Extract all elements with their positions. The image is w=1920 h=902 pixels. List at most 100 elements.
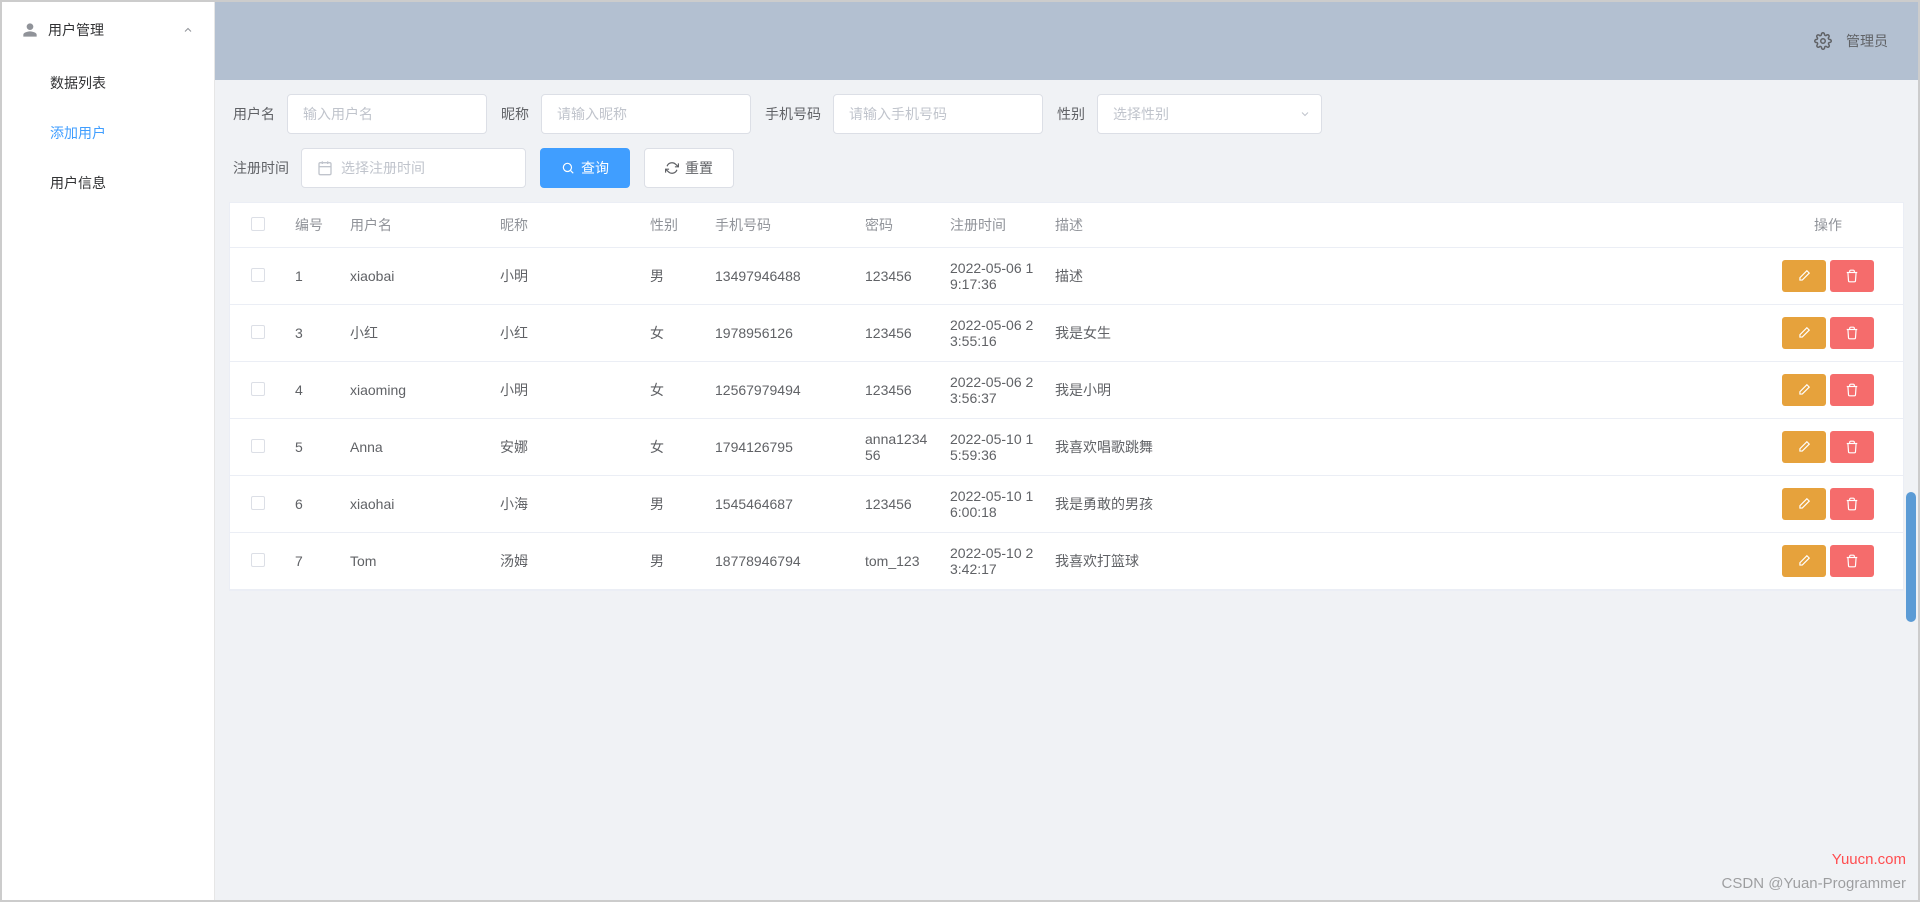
cell-nickname: 小红 [490, 305, 640, 362]
th-gender: 性别 [640, 203, 705, 248]
refresh-icon [665, 161, 679, 175]
th-username: 用户名 [340, 203, 490, 248]
th-nickname: 昵称 [490, 203, 640, 248]
cell-gender: 男 [640, 476, 705, 533]
cell-id: 1 [285, 248, 340, 305]
th-desc: 描述 [1045, 203, 1753, 248]
cell-regtime: 2022-05-06 23:56:37 [940, 362, 1045, 419]
edit-icon [1797, 326, 1811, 340]
table-row: 1xiaobai小明男134979464881234562022-05-06 1… [230, 248, 1903, 305]
search-button[interactable]: 查询 [540, 148, 630, 188]
cell-phone: 13497946488 [705, 248, 855, 305]
cell-username: xiaoming [340, 362, 490, 419]
cell-regtime: 2022-05-06 23:55:16 [940, 305, 1045, 362]
table-header-row: 编号 用户名 昵称 性别 手机号码 密码 注册时间 描述 操作 [230, 203, 1903, 248]
edit-icon [1797, 440, 1811, 454]
gear-icon[interactable] [1814, 32, 1832, 50]
edit-button[interactable] [1782, 488, 1826, 520]
username-input[interactable] [287, 94, 487, 134]
trash-icon [1845, 326, 1859, 340]
cell-id: 4 [285, 362, 340, 419]
row-checkbox[interactable] [251, 439, 265, 453]
row-checkbox[interactable] [251, 496, 265, 510]
cell-password: tom_123 [855, 533, 940, 590]
edit-button[interactable] [1782, 374, 1826, 406]
regtime-input[interactable]: 选择注册时间 [301, 148, 526, 188]
th-password: 密码 [855, 203, 940, 248]
edit-icon [1797, 554, 1811, 568]
scrollbar-thumb[interactable] [1906, 492, 1916, 622]
cell-nickname: 小明 [490, 362, 640, 419]
cell-regtime: 2022-05-10 16:00:18 [940, 476, 1045, 533]
cell-username: Tom [340, 533, 490, 590]
cell-nickname: 汤姆 [490, 533, 640, 590]
th-op: 操作 [1753, 203, 1903, 248]
filter-row-2: 注册时间 选择注册时间 查询 重置 [229, 148, 1904, 188]
edit-button[interactable] [1782, 431, 1826, 463]
cell-regtime: 2022-05-10 23:42:17 [940, 533, 1045, 590]
cell-desc: 我是勇敢的男孩 [1045, 476, 1753, 533]
cell-nickname: 安娜 [490, 419, 640, 476]
calendar-icon [317, 160, 333, 176]
cell-username: Anna [340, 419, 490, 476]
phone-label: 手机号码 [765, 104, 821, 124]
nickname-input[interactable] [541, 94, 751, 134]
cell-gender: 男 [640, 533, 705, 590]
topbar-role[interactable]: 管理员 [1846, 31, 1888, 51]
th-regtime: 注册时间 [940, 203, 1045, 248]
sidebar-item-2[interactable]: 用户信息 [2, 158, 214, 208]
th-id: 编号 [285, 203, 340, 248]
gender-select[interactable]: 选择性别 [1097, 94, 1322, 134]
cell-desc: 描述 [1045, 248, 1753, 305]
edit-button[interactable] [1782, 545, 1826, 577]
row-checkbox[interactable] [251, 268, 265, 282]
select-all-checkbox[interactable] [251, 217, 265, 231]
sidebar-item-0[interactable]: 数据列表 [2, 58, 214, 108]
cell-nickname: 小海 [490, 476, 640, 533]
delete-button[interactable] [1830, 317, 1874, 349]
regtime-label: 注册时间 [233, 158, 289, 178]
th-phone: 手机号码 [705, 203, 855, 248]
row-checkbox[interactable] [251, 553, 265, 567]
cell-gender: 女 [640, 305, 705, 362]
table-row: 5Anna安娜女1794126795anna1234562022-05-10 1… [230, 419, 1903, 476]
cell-id: 3 [285, 305, 340, 362]
phone-input[interactable] [833, 94, 1043, 134]
sidebar-group-label: 用户管理 [48, 20, 182, 40]
cell-phone: 18778946794 [705, 533, 855, 590]
user-icon [22, 22, 38, 38]
username-label: 用户名 [233, 104, 275, 124]
row-checkbox[interactable] [251, 325, 265, 339]
sidebar-group-user[interactable]: 用户管理 [2, 2, 214, 58]
cell-id: 7 [285, 533, 340, 590]
edit-button[interactable] [1782, 260, 1826, 292]
cell-username: xiaohai [340, 476, 490, 533]
delete-button[interactable] [1830, 431, 1874, 463]
cell-id: 5 [285, 419, 340, 476]
delete-button[interactable] [1830, 260, 1874, 292]
cell-desc: 我喜欢打篮球 [1045, 533, 1753, 590]
sidebar: 用户管理 数据列表添加用户用户信息 [2, 2, 215, 900]
edit-icon [1797, 497, 1811, 511]
cell-phone: 1545464687 [705, 476, 855, 533]
edit-icon [1797, 269, 1811, 283]
row-checkbox[interactable] [251, 382, 265, 396]
search-icon [561, 161, 575, 175]
edit-button[interactable] [1782, 317, 1826, 349]
delete-button[interactable] [1830, 374, 1874, 406]
trash-icon [1845, 440, 1859, 454]
cell-password: 123456 [855, 476, 940, 533]
main: 管理员 用户名 昵称 手机号码 性别 选择性别 [215, 2, 1918, 900]
chevron-up-icon [182, 24, 194, 36]
cell-phone: 1978956126 [705, 305, 855, 362]
delete-button[interactable] [1830, 545, 1874, 577]
sidebar-item-1[interactable]: 添加用户 [2, 108, 214, 158]
cell-regtime: 2022-05-06 19:17:36 [940, 248, 1045, 305]
cell-desc: 我喜欢唱歌跳舞 [1045, 419, 1753, 476]
nickname-label: 昵称 [501, 104, 529, 124]
trash-icon [1845, 497, 1859, 511]
reset-button[interactable]: 重置 [644, 148, 734, 188]
table-row: 3小红小红女19789561261234562022-05-06 23:55:1… [230, 305, 1903, 362]
delete-button[interactable] [1830, 488, 1874, 520]
table-row: 7Tom汤姆男18778946794tom_1232022-05-10 23:4… [230, 533, 1903, 590]
